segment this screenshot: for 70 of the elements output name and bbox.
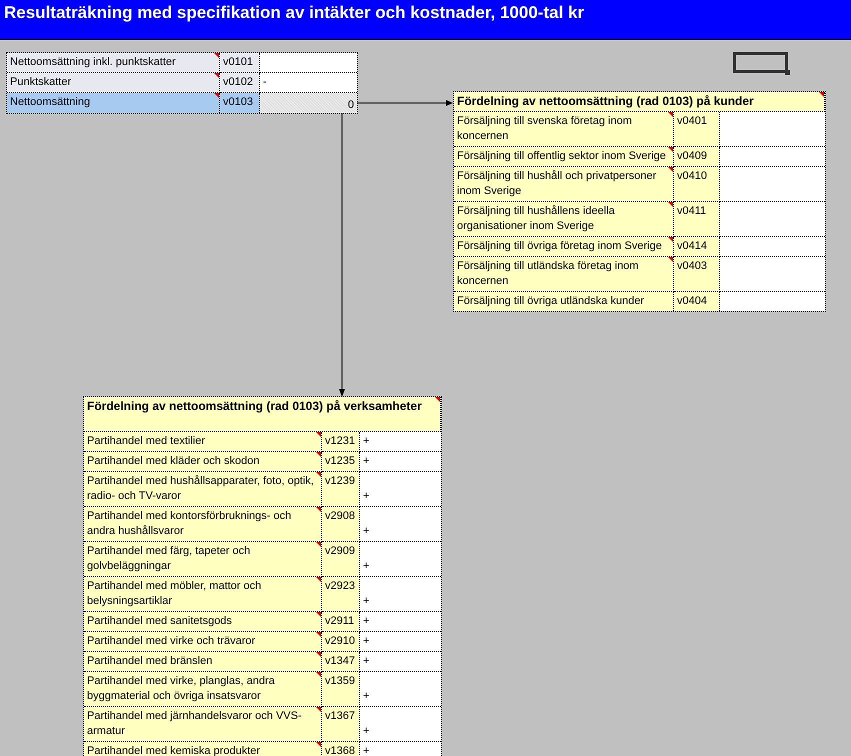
table-cell: v1359 bbox=[322, 672, 360, 707]
table-cell: v0403 bbox=[674, 257, 720, 292]
table-cell: v1235 bbox=[322, 452, 360, 472]
table-cell[interactable]: + bbox=[360, 742, 441, 756]
table-cell: Partihandel med färg, tapeter och golvbeläggningar bbox=[84, 542, 322, 577]
table-cell: Partihandel med sanitetsgods bbox=[84, 612, 322, 632]
table-cell: Partihandel med kläder och skodon bbox=[84, 452, 322, 472]
table-cell: Försäljning till hushåll och privatpersoner inom Sverige bbox=[454, 167, 674, 202]
table-cell: v1239 bbox=[322, 472, 360, 507]
table-cell[interactable]: + bbox=[360, 707, 441, 742]
table-cell: Partihandel med virke och trävaror bbox=[84, 632, 322, 652]
table-cell[interactable]: + bbox=[360, 472, 441, 507]
table-cell[interactable]: Nettoomsättning inkl. punktskatter bbox=[7, 53, 220, 73]
table-cell: Försäljning till svenska företag inom koncernen bbox=[454, 112, 674, 147]
table-cell: v2910 bbox=[322, 632, 360, 652]
table-cell[interactable]: + bbox=[360, 542, 441, 577]
table-cell: v2923 bbox=[322, 577, 360, 612]
table-cell[interactable]: + bbox=[360, 632, 441, 652]
table-cell: v1231 bbox=[322, 432, 360, 452]
table-cell: Partihandel med bränslen bbox=[84, 652, 322, 672]
table-cell[interactable]: - bbox=[260, 73, 357, 93]
table-cell[interactable]: Nettoomsättning bbox=[7, 93, 220, 113]
table-cell: v0102 bbox=[220, 73, 260, 93]
table-cell[interactable]: Punktskatter bbox=[7, 73, 220, 93]
table-cell[interactable]: + bbox=[360, 612, 441, 632]
table-cell[interactable] bbox=[720, 202, 825, 237]
table-cell: Försäljning till övriga utländska kunder bbox=[454, 292, 674, 311]
table-cell[interactable]: + bbox=[360, 672, 441, 707]
table-cell: v0411 bbox=[674, 202, 720, 237]
table-cell[interactable]: 0 bbox=[260, 93, 357, 113]
table-cell: Partihandel med textilier bbox=[84, 432, 322, 452]
table-cell: v0410 bbox=[674, 167, 720, 202]
table-cell: Partihandel med hushållsapparater, foto, optik, radio- och TV-varor bbox=[84, 472, 322, 507]
table-cell: Försäljning till offentlig sektor inom Sverige bbox=[454, 147, 674, 167]
table-cell: v0101 bbox=[220, 53, 260, 73]
table-cell: v2908 bbox=[322, 507, 360, 542]
table-cell: v2909 bbox=[322, 542, 360, 577]
table-cell: v0404 bbox=[674, 292, 720, 311]
table-cell: v0414 bbox=[674, 237, 720, 257]
table-cell: Partihandel med möbler, mattor och belysningsartiklar bbox=[84, 577, 322, 612]
table-cell: v1367 bbox=[322, 707, 360, 742]
table-cell[interactable] bbox=[720, 167, 825, 202]
table-cell[interactable] bbox=[720, 237, 825, 257]
table-cell: v2911 bbox=[322, 612, 360, 632]
table-cell: Försäljning till hushållens ideella organisationer inom Sverige bbox=[454, 202, 674, 237]
table-cell: Försäljning till övriga företag inom Sverige bbox=[454, 237, 674, 257]
table-cell: Partihandel med kemiska produkter bbox=[84, 742, 322, 756]
table-cell[interactable]: + bbox=[360, 652, 441, 672]
table-cell[interactable]: + bbox=[360, 452, 441, 472]
table-cell: v1347 bbox=[322, 652, 360, 672]
table-cell[interactable] bbox=[720, 147, 825, 167]
section-heading: Fördelning av nettoomsättning (rad 0103) på kunder bbox=[454, 92, 825, 112]
table-cell: v1368 bbox=[322, 742, 360, 756]
table-cell[interactable] bbox=[720, 112, 825, 147]
table-cell[interactable]: + bbox=[360, 577, 441, 612]
table-cell: Partihandel med virke, planglas, andra byggmaterial och övriga insatsvaror bbox=[84, 672, 322, 707]
table-cell: Partihandel med kontorsförbruknings- och andra hushållsvaror bbox=[84, 507, 322, 542]
table-cell: Försäljning till utländska företag inom koncernen bbox=[454, 257, 674, 292]
table-cell[interactable] bbox=[260, 53, 357, 73]
table-cell: v0103 bbox=[220, 93, 260, 113]
table-cell[interactable]: + bbox=[360, 432, 441, 452]
table-cell: Partihandel med järnhandelsvaror och VVS-armatur bbox=[84, 707, 322, 742]
table-cell[interactable] bbox=[720, 257, 825, 292]
cell-selector-drawing bbox=[733, 52, 791, 76]
section-heading: Fördelning av nettoomsättning (rad 0103) på verksamheter bbox=[84, 397, 441, 432]
table-cell: v0409 bbox=[674, 147, 720, 167]
table-cell[interactable]: + bbox=[360, 507, 441, 542]
table-cell: v0401 bbox=[674, 112, 720, 147]
table-cell[interactable] bbox=[720, 292, 825, 311]
sheet-title: Resultaträkning med specifikation av intäkter och kostnader, 1000-tal kr bbox=[0, 0, 851, 40]
